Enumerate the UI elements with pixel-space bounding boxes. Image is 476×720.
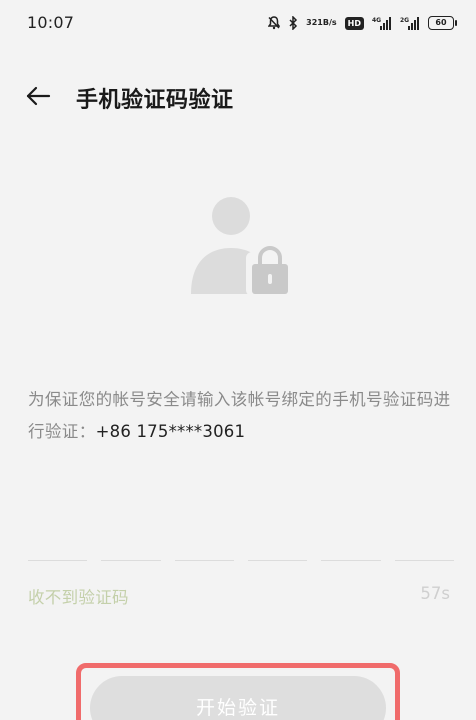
status-icons: 321 B/s HD 4G 2G 60: [268, 12, 457, 34]
signal-icon-sim1: 4G: [372, 16, 392, 30]
svg-text:4G: 4G: [372, 17, 381, 24]
network-speed-unit: B/s: [322, 18, 337, 27]
do-not-disturb-icon: [268, 16, 281, 30]
header: 手机验证码验证: [0, 74, 476, 118]
code-slot[interactable]: [394, 540, 454, 561]
back-button[interactable]: [20, 80, 56, 112]
back-arrow-icon: [26, 86, 51, 106]
code-slot[interactable]: [174, 540, 234, 561]
phone-number: +86 175****3061: [95, 422, 246, 441]
battery-icon: 60: [428, 16, 457, 30]
screen: 10:07 321 B/s HD 4G 2G 60 手机验证码验证 为保证您的帐…: [0, 0, 476, 720]
network-speed: 321 B/s: [306, 19, 336, 27]
code-slot[interactable]: [247, 540, 308, 561]
code-slot[interactable]: [321, 540, 381, 561]
resend-countdown: 57s: [420, 584, 450, 603]
code-slot[interactable]: [28, 540, 88, 561]
svg-text:2G: 2G: [400, 17, 409, 24]
code-slot[interactable]: [101, 540, 161, 561]
verification-info: 为保证您的帐号安全请输入该帐号绑定的手机号验证码进行验证：+86 175****…: [28, 384, 456, 448]
highlight-frame: [76, 663, 400, 720]
resend-code-link[interactable]: 收不到验证码: [28, 584, 129, 608]
verification-code-input[interactable]: [28, 540, 454, 561]
locked-account-icon: [186, 190, 296, 300]
hd-badge: HD: [344, 16, 364, 30]
status-bar: 10:07 321 B/s HD 4G 2G 60: [0, 0, 476, 48]
page-title: 手机验证码验证: [76, 88, 234, 113]
signal-icon-sim2: 2G: [400, 16, 420, 30]
network-speed-value: 321: [306, 18, 323, 27]
bluetooth-icon: [288, 16, 298, 30]
status-time: 10:07: [27, 13, 75, 32]
